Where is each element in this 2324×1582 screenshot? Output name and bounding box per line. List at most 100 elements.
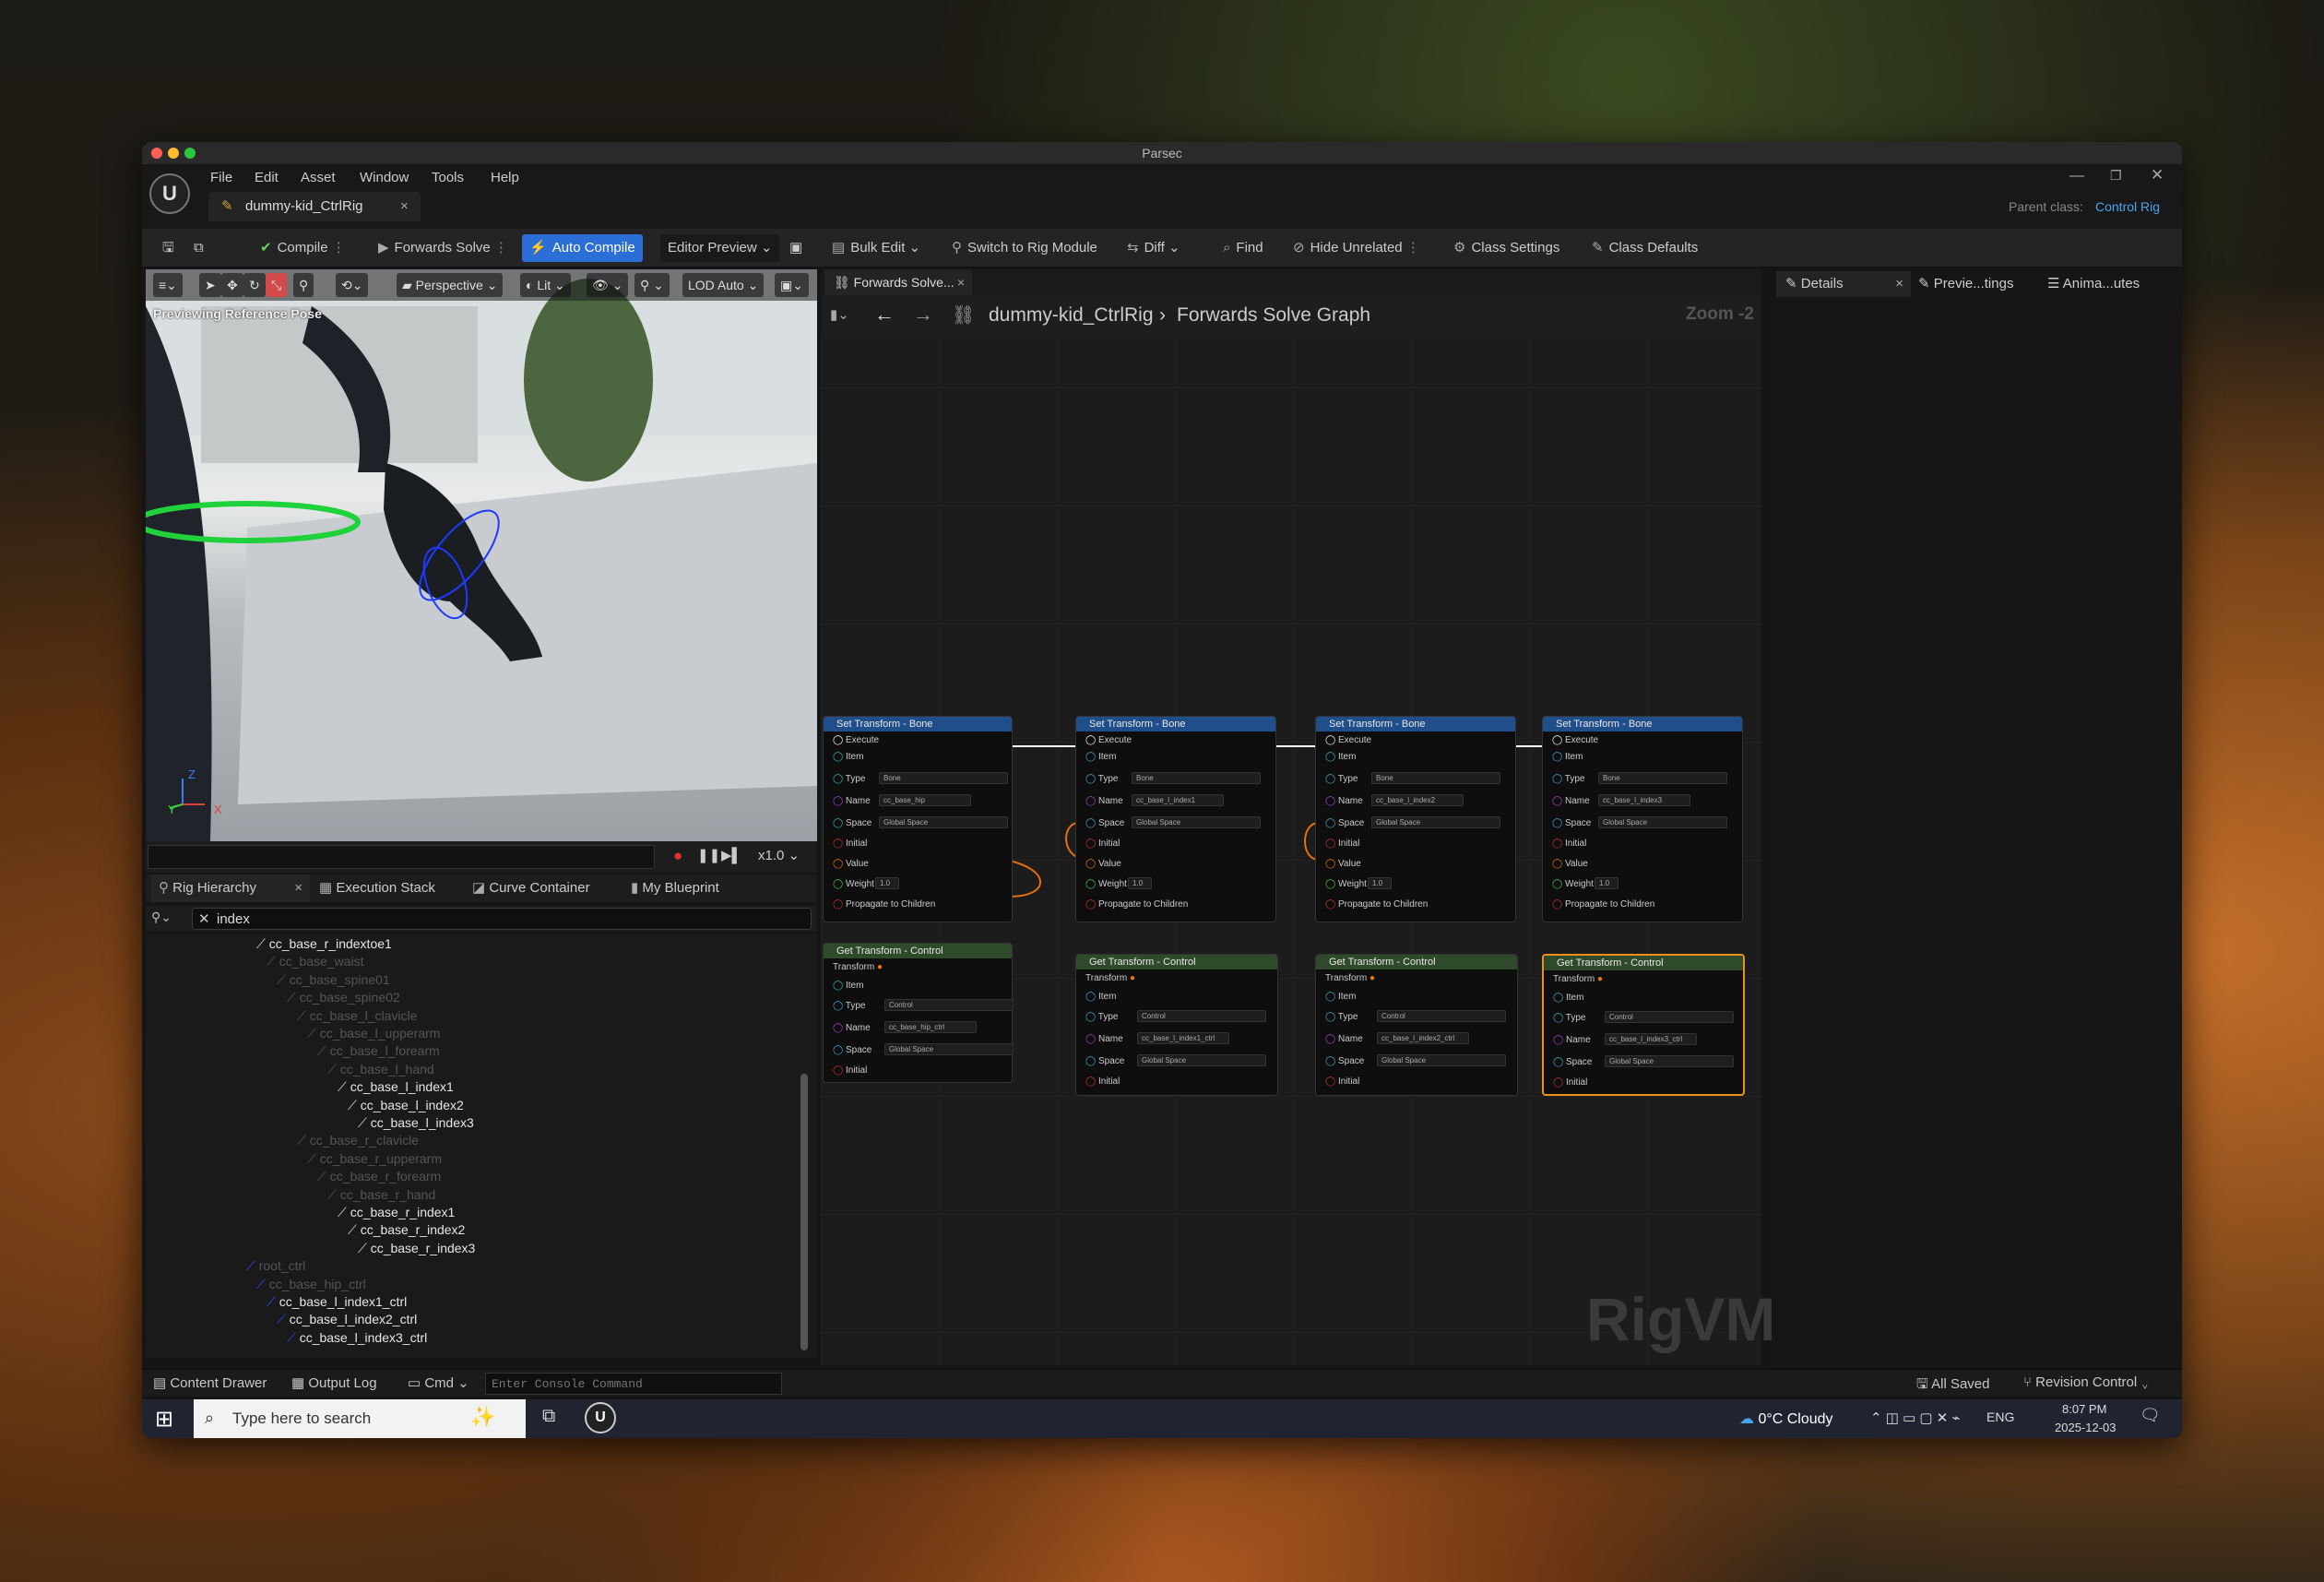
windows-start-icon[interactable]: ⊞ <box>155 1406 173 1433</box>
node-pin[interactable]: ◯ Space <box>833 818 872 828</box>
weather-widget[interactable]: ☁ 0°C Cloudy <box>1739 1410 1833 1428</box>
node-pin[interactable]: ◯ Execute <box>1552 735 1598 745</box>
details-close-icon[interactable]: × <box>1895 271 1903 297</box>
search-input[interactable]: ✕ index <box>192 908 812 930</box>
get-transform-node[interactable]: Get Transform - Control Transform ● ◯ Item… <box>1075 954 1278 1096</box>
node-pin[interactable]: ◯ Name <box>1553 1035 1591 1045</box>
node-pin[interactable]: ◯ Name <box>833 1023 871 1033</box>
language-indicator[interactable]: ENG <box>1986 1410 2014 1424</box>
parent-class-link[interactable]: Control Rig <box>2095 199 2160 214</box>
coordinate-icon[interactable]: ⟲⌄ <box>336 273 369 297</box>
tab-anim-attributes[interactable]: ☰ Anima...utes <box>2047 271 2140 297</box>
pin-dropdown[interactable]: Global Space <box>1132 816 1261 828</box>
node-pin[interactable]: ◯ Initial <box>1085 1076 1120 1087</box>
transform-output-pin[interactable]: Transform ● <box>1553 974 1734 984</box>
actor-dropdown[interactable]: ⚲ ⌄ <box>634 273 670 297</box>
tree-row[interactable]: ⟋ cc_base_l_forearm <box>317 1042 440 1060</box>
pin-dropdown[interactable]: cc_base_l_index2_ctrl <box>1377 1032 1469 1044</box>
node-pin[interactable]: ◯ Type <box>1325 774 1358 784</box>
node-pin[interactable]: ◯ Value <box>1552 859 1588 869</box>
node-pin[interactable]: ◯ Type <box>833 1001 865 1011</box>
task-view-icon[interactable]: ⧉ <box>542 1406 555 1427</box>
node-pin[interactable]: ◯ Name <box>1325 1034 1363 1044</box>
tree-row[interactable]: ⟋ cc_base_r_indextoe1 <box>256 935 392 953</box>
node-pin[interactable]: ◯ Value <box>833 859 869 869</box>
node-pin[interactable]: ◯ Item <box>1325 992 1356 1002</box>
node-pin[interactable]: ◯ Item <box>833 752 863 762</box>
scale-icon[interactable]: ⤡ <box>266 273 288 297</box>
pin-dropdown[interactable]: 1.0 <box>875 877 899 889</box>
tree-row[interactable]: ⟋ cc_base_l_upperarm <box>307 1025 440 1042</box>
pin-dropdown[interactable]: Control <box>1137 1010 1266 1022</box>
node-pin[interactable]: ◯ Item <box>833 981 863 991</box>
tree-row[interactable]: ⟋ cc_base_r_index1 <box>338 1204 455 1221</box>
tree-row[interactable]: ⟋ cc_base_r_hand <box>327 1186 435 1204</box>
menu-window[interactable]: Window <box>360 170 409 185</box>
tab-rig-hierarchy[interactable]: ⚲ Rig Hierarchy × <box>151 874 310 902</box>
forwards-solve-button[interactable]: ▶ Forwards Solve ⋮ <box>371 234 516 262</box>
notification-icon[interactable]: 🗨 <box>2140 1406 2161 1425</box>
rotate-icon[interactable]: ↻ <box>243 273 266 297</box>
hide-unrelated-button[interactable]: ⊘ Hide Unrelated ⋮ <box>1286 234 1428 262</box>
tree-row[interactable]: ⟋ cc_base_l_clavicle <box>297 1007 417 1025</box>
node-pin[interactable]: ◯ Type <box>1325 1012 1358 1022</box>
node-pin[interactable]: ◯ Item <box>1085 752 1116 762</box>
node-pin[interactable]: ◯ Propagate to Children <box>1552 899 1654 910</box>
all-saved-button[interactable]: 🖫 All Saved <box>1916 1374 1990 1398</box>
menu-edit[interactable]: Edit <box>255 170 279 185</box>
get-transform-node[interactable]: Get Transform - Control Transform ● ◯ Item… <box>1542 954 1745 1096</box>
tree-row[interactable]: ⟋ cc_base_spine01 <box>277 971 390 989</box>
clear-icon[interactable]: ✕ <box>198 910 210 927</box>
auto-compile-toggle[interactable]: ⚡ Auto Compile <box>522 234 643 262</box>
pin-dropdown[interactable]: cc_base_l_index1 <box>1132 794 1224 806</box>
editor-preview-dropdown[interactable]: Editor Preview ⌄ <box>660 234 780 262</box>
node-pin[interactable]: ◯ Initial <box>1325 1076 1359 1087</box>
node-pin[interactable]: ◯ Value <box>1325 859 1361 869</box>
tab-execution-stack[interactable]: ▦ Execution Stack <box>319 874 435 902</box>
node-pin[interactable]: ◯ Propagate to Children <box>833 899 935 910</box>
unreal-logo-icon[interactable]: U <box>149 173 190 214</box>
taskbar-search[interactable]: ⌕ Type here to search ✨ <box>194 1399 526 1438</box>
tree-row[interactable]: ⟋ cc_base_r_upperarm <box>307 1150 442 1168</box>
node-pin[interactable]: ◯ Item <box>1553 993 1583 1003</box>
system-tray-icons[interactable]: ⌃ ◫ ▭ ▢ ✕ ⌁ <box>1870 1410 1961 1426</box>
cmd-dropdown[interactable]: ▭ Cmd ⌄ <box>408 1374 469 1391</box>
node-pin[interactable]: ◯ Item <box>1325 752 1356 762</box>
node-pin[interactable]: ◯ Weight <box>1085 879 1127 889</box>
pin-dropdown[interactable]: Global Space <box>1377 1054 1506 1066</box>
minimize-icon[interactable]: — <box>2069 168 2084 184</box>
pin-dropdown[interactable]: Bone <box>1132 772 1261 784</box>
pin-dropdown[interactable]: Global Space <box>1137 1054 1266 1066</box>
pin-dropdown[interactable]: cc_base_hip <box>879 794 971 806</box>
node-pin[interactable]: ◯ Execute <box>1325 735 1371 745</box>
tab-my-blueprint[interactable]: ▮ My Blueprint <box>631 874 719 902</box>
doc-tab[interactable]: ✎ dummy-kid_CtrlRig × <box>208 192 421 221</box>
pin-dropdown[interactable]: Control <box>1605 1011 1734 1023</box>
console-input[interactable] <box>485 1373 782 1395</box>
output-log-button[interactable]: ▦ Output Log <box>291 1374 377 1391</box>
node-pin[interactable]: ◯ Name <box>1325 796 1363 806</box>
lit-dropdown[interactable]: ◐ Lit ⌄ <box>520 273 571 297</box>
set-transform-node[interactable]: Set Transform - Bone ◯ Execute ◯ Item ◯ Typ… <box>1075 716 1276 922</box>
find-button[interactable]: ⌕ Find <box>1215 234 1271 262</box>
tree-row[interactable]: ⟋ cc_base_spine02 <box>287 989 400 1006</box>
tree-row[interactable]: ⟋ cc_base_l_index1_ctrl <box>267 1293 407 1311</box>
tree-row[interactable]: ⟋ cc_base_l_index2 <box>348 1097 464 1114</box>
pin-dropdown[interactable]: cc_base_hip_ctrl <box>884 1021 977 1033</box>
tab-details[interactable]: ✎ Details × <box>1776 271 1911 297</box>
node-pin[interactable]: ◯ Propagate to Children <box>1325 899 1428 910</box>
node-pin[interactable]: ◯ Type <box>1552 774 1584 784</box>
tree-row[interactable]: ⟋ cc_base_l_hand <box>327 1061 434 1078</box>
node-pin[interactable]: ◯ Initial <box>1552 839 1586 849</box>
doc-tab-close-icon[interactable]: × <box>400 192 409 221</box>
show-dropdown[interactable]: 👁 ⌄ <box>587 273 629 297</box>
node-pin[interactable]: ◯ Item <box>1085 992 1116 1002</box>
viewport-options-icon[interactable]: ≡⌄ <box>153 273 183 297</box>
node-pin[interactable]: ◯ Weight <box>1325 879 1367 889</box>
save-icon[interactable]: 🖫 <box>155 234 182 262</box>
get-transform-node[interactable]: Get Transform - Control Transform ● ◯ Item… <box>1315 954 1518 1096</box>
preview-settings-icon[interactable]: ▣ <box>782 234 810 262</box>
node-pin[interactable]: ◯ Execute <box>1085 735 1132 745</box>
speed-dropdown[interactable]: x1.0 ⌄ <box>758 847 800 863</box>
close-icon[interactable]: ✕ <box>2151 166 2164 184</box>
